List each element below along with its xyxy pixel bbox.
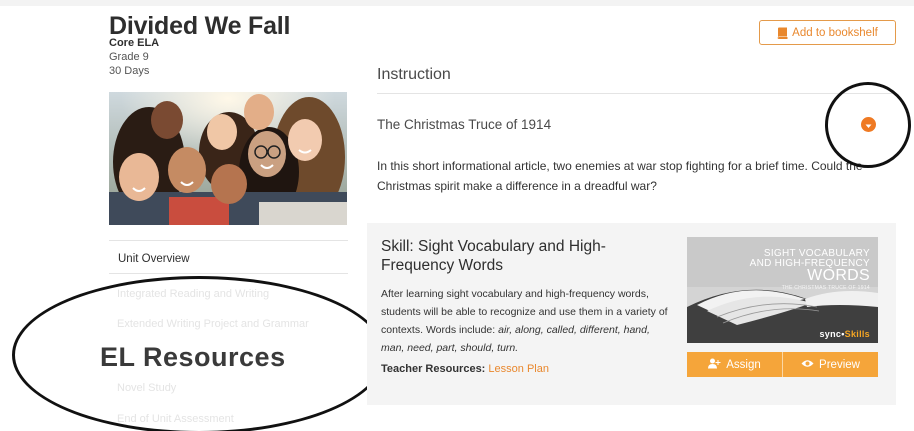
nav-item-el-resources[interactable]: EL Resources [100,342,286,373]
unit-course: Core ELA [109,37,160,49]
add-to-bookshelf-button[interactable]: Add to bookshelf [759,20,896,45]
book-icon [777,27,788,39]
top-band [0,0,914,6]
nav-item-novel-study[interactable]: Novel Study [117,382,176,394]
thumb-line-3: WORDS [807,267,870,284]
thumb-line-4: THE CHRISTMAS TRUCE OF 1914 [781,285,870,291]
eye-icon [801,359,814,371]
nav-item-unit-overview[interactable]: Unit Overview [109,240,348,273]
logo-skills: Skills [844,329,870,339]
nav-item-extended-writing-ghost[interactable]: Extended Writing Project and Grammar [117,318,309,330]
logo-sync: sync [819,329,842,339]
unit-grade: Grade 9 [109,51,149,63]
skill-title[interactable]: Skill: Sight Vocabulary and High-Frequen… [381,237,651,275]
nav-item-integrated-reading-ghost[interactable]: Integrated Reading and Writing [117,288,269,300]
teacher-resources: Teacher Resources: Lesson Plan [381,363,549,375]
assign-button[interactable]: Assign [687,352,782,377]
section-divider [377,93,896,94]
expand-toggle-button[interactable] [861,117,876,132]
nav-item-end-assessment[interactable]: End of Unit Assessment [117,413,234,425]
skill-card: Skill: Sight Vocabulary and High-Frequen… [367,223,896,405]
preview-label: Preview [819,358,860,371]
chevron-down-icon [865,116,872,134]
lesson-plan-link[interactable]: Lesson Plan [488,363,549,375]
synckills-logo: sync•Skills [819,329,870,339]
preview-button[interactable]: Preview [782,352,878,377]
teacher-resources-label: Teacher Resources: [381,363,486,375]
skill-thumbnail[interactable]: SIGHT VOCABULARY AND HIGH-FREQUENCY WORD… [687,237,878,343]
lesson-title[interactable]: The Christmas Truce of 1914 [377,117,551,132]
assign-label: Assign [726,358,761,371]
section-heading: Instruction [377,66,451,83]
skill-actions: Assign Preview [687,352,878,377]
add-to-bookshelf-label: Add to bookshelf [792,26,878,39]
lesson-description: In this short informational article, two… [377,159,863,193]
add-user-icon [708,358,721,372]
unit-duration: 30 Days [109,65,150,77]
skill-description: After learning sight vocabulary and high… [381,285,671,357]
unit-cover-image [109,92,347,225]
